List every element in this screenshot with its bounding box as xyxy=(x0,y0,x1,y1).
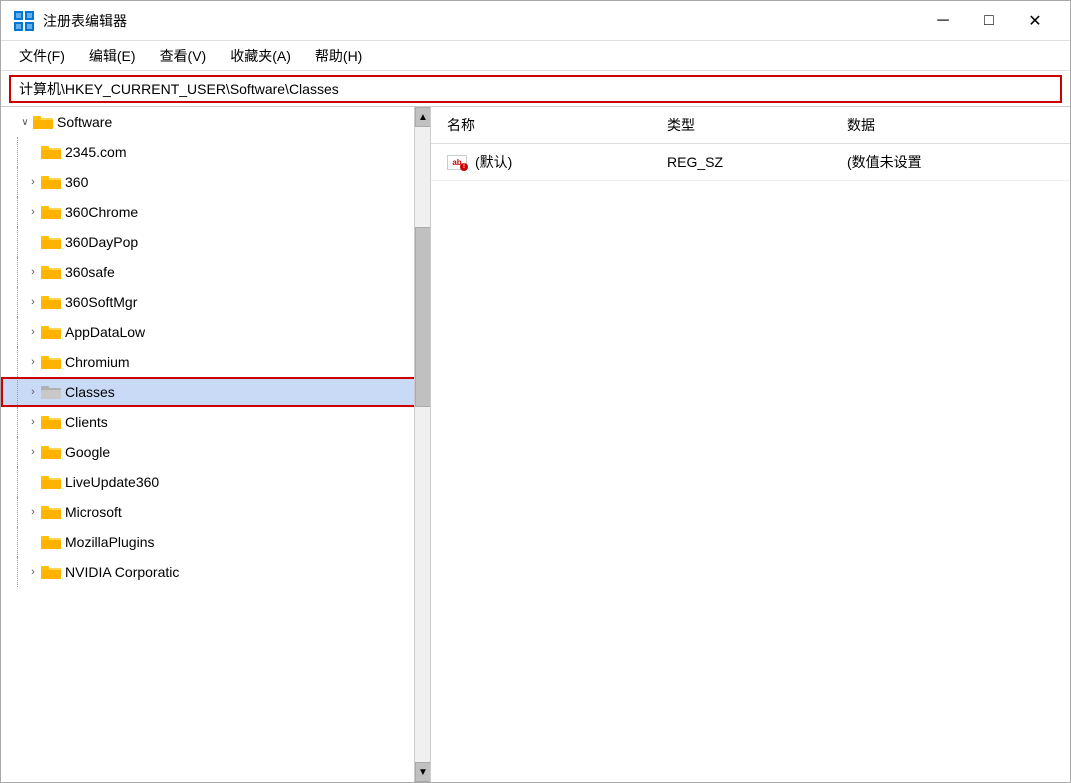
toggle-microsoft[interactable]: › xyxy=(25,504,41,520)
content-area: ∨ Software 2345.com › xyxy=(1,107,1070,782)
close-button[interactable]: ✕ xyxy=(1012,5,1058,37)
folder-icon-google xyxy=(41,444,61,460)
tree-scrollbar-track[interactable]: ▲ ▼ xyxy=(414,107,430,782)
folder-icon-software xyxy=(33,114,53,130)
tree-item-360safe[interactable]: › 360safe xyxy=(1,257,430,287)
folder-icon-360 xyxy=(41,174,61,190)
tree-item-360[interactable]: › 360 xyxy=(1,167,430,197)
tree-label-google: Google xyxy=(65,444,110,460)
tree-label-clients: Clients xyxy=(65,414,108,430)
toggle-mozillaplugins xyxy=(25,534,41,550)
tree-item-appdatalow[interactable]: › AppDataLow xyxy=(1,317,430,347)
toggle-chromium[interactable]: › xyxy=(25,354,41,370)
tree-label-360: 360 xyxy=(65,174,88,190)
menu-file[interactable]: 文件(F) xyxy=(9,42,75,70)
folder-icon-2345com xyxy=(41,144,61,160)
window-title: 注册表编辑器 xyxy=(43,11,127,31)
scroll-thumb[interactable] xyxy=(415,227,431,407)
tree-item-360softmgr[interactable]: › 360SoftMgr xyxy=(1,287,430,317)
ab-icon: ab! xyxy=(447,155,467,170)
detail-header: 名称 类型 数据 xyxy=(431,107,1070,144)
folder-icon-360chrome xyxy=(41,204,61,220)
menu-view[interactable]: 查看(V) xyxy=(150,42,217,70)
tree-item-mozillaplugins[interactable]: MozillaPlugins xyxy=(1,527,430,557)
menu-bar: 文件(F) 编辑(E) 查看(V) 收藏夹(A) 帮助(H) xyxy=(1,41,1070,71)
detail-cell-type-default: REG_SZ xyxy=(651,152,831,172)
folder-icon-360safe xyxy=(41,264,61,280)
detail-cell-name-default: ab! (默认) xyxy=(431,150,651,174)
tree-item-nvidia[interactable]: › NVIDIA Corporatic xyxy=(1,557,430,587)
folder-icon-360softmgr xyxy=(41,294,61,310)
tree-item-360daypop[interactable]: 360DayPop xyxy=(1,227,430,257)
tree-item-liveupdate360[interactable]: LiveUpdate360 xyxy=(1,467,430,497)
tree-label-360safe: 360safe xyxy=(65,264,115,280)
tree-label-appdatalow: AppDataLow xyxy=(65,324,145,340)
tree-label-nvidia: NVIDIA Corporatic xyxy=(65,564,179,580)
toggle-clients[interactable]: › xyxy=(25,414,41,430)
detail-cell-data-default: (数值未设置 xyxy=(831,150,1070,174)
toggle-nvidia[interactable]: › xyxy=(25,564,41,580)
tree-label-360daypop: 360DayPop xyxy=(65,234,138,250)
address-bar xyxy=(1,71,1070,107)
detail-name-value: (默认) xyxy=(475,152,512,172)
tree-item-software[interactable]: ∨ Software xyxy=(1,107,430,137)
address-input[interactable] xyxy=(9,75,1062,103)
registry-editor-window: 注册表编辑器 ─ □ ✕ 文件(F) 编辑(E) 查看(V) 收藏夹(A) 帮助… xyxy=(0,0,1071,783)
tree-label-microsoft: Microsoft xyxy=(65,504,122,520)
scroll-down-button[interactable]: ▼ xyxy=(415,762,431,782)
title-bar: 注册表编辑器 ─ □ ✕ xyxy=(1,1,1070,41)
folder-icon-nvidia xyxy=(41,564,61,580)
toggle-2345com xyxy=(25,144,41,160)
toggle-360softmgr[interactable]: › xyxy=(25,294,41,310)
tree-item-classes[interactable]: › Classes xyxy=(1,377,430,407)
tree-item-clients[interactable]: › Clients xyxy=(1,407,430,437)
tree-label-360softmgr: 360SoftMgr xyxy=(65,294,137,310)
menu-favorites[interactable]: 收藏夹(A) xyxy=(220,42,301,70)
toggle-liveupdate360 xyxy=(25,474,41,490)
folder-icon-chromium xyxy=(41,354,61,370)
folder-icon-mozillaplugins xyxy=(41,534,61,550)
toggle-360[interactable]: › xyxy=(25,174,41,190)
tree-item-google[interactable]: › Google xyxy=(1,437,430,467)
toggle-360chrome[interactable]: › xyxy=(25,204,41,220)
tree-item-microsoft[interactable]: › Microsoft xyxy=(1,497,430,527)
col-header-type: 类型 xyxy=(651,111,831,139)
detail-panel: 名称 类型 数据 ab! (默认) REG_SZ (数值未设置 xyxy=(431,107,1070,782)
tree-label-classes: Classes xyxy=(65,384,115,400)
menu-help[interactable]: 帮助(H) xyxy=(305,42,372,70)
tree-label-software: Software xyxy=(57,114,112,130)
folder-icon-clients xyxy=(41,414,61,430)
folder-icon-appdatalow xyxy=(41,324,61,340)
maximize-button[interactable]: □ xyxy=(966,5,1012,37)
title-left: 注册表编辑器 xyxy=(13,10,127,32)
toggle-appdatalow[interactable]: › xyxy=(25,324,41,340)
folder-icon-classes xyxy=(41,384,61,400)
detail-row-default[interactable]: ab! (默认) REG_SZ (数值未设置 xyxy=(431,144,1070,181)
tree-label-mozillaplugins: MozillaPlugins xyxy=(65,534,154,550)
tree-label-360chrome: 360Chrome xyxy=(65,204,138,220)
scroll-up-button[interactable]: ▲ xyxy=(415,107,431,127)
toggle-360daypop xyxy=(25,234,41,250)
tree-label-2345com: 2345.com xyxy=(65,144,126,160)
col-header-data: 数据 xyxy=(831,111,1070,139)
menu-edit[interactable]: 编辑(E) xyxy=(79,42,146,70)
tree-item-2345com[interactable]: 2345.com xyxy=(1,137,430,167)
app-icon xyxy=(13,10,35,32)
toggle-360safe[interactable]: › xyxy=(25,264,41,280)
folder-icon-microsoft xyxy=(41,504,61,520)
minimize-button[interactable]: ─ xyxy=(920,5,966,37)
toggle-google[interactable]: › xyxy=(25,444,41,460)
tree-label-liveupdate360: LiveUpdate360 xyxy=(65,474,159,490)
tree-panel[interactable]: ∨ Software 2345.com › xyxy=(1,107,431,782)
window-controls: ─ □ ✕ xyxy=(920,5,1058,37)
col-header-name: 名称 xyxy=(431,111,651,139)
tree-label-chromium: Chromium xyxy=(65,354,130,370)
tree-item-chromium[interactable]: › Chromium xyxy=(1,347,430,377)
folder-icon-360daypop xyxy=(41,234,61,250)
toggle-software[interactable]: ∨ xyxy=(17,114,33,130)
tree-item-360chrome[interactable]: › 360Chrome xyxy=(1,197,430,227)
toggle-classes[interactable]: › xyxy=(25,384,41,400)
folder-icon-liveupdate360 xyxy=(41,474,61,490)
